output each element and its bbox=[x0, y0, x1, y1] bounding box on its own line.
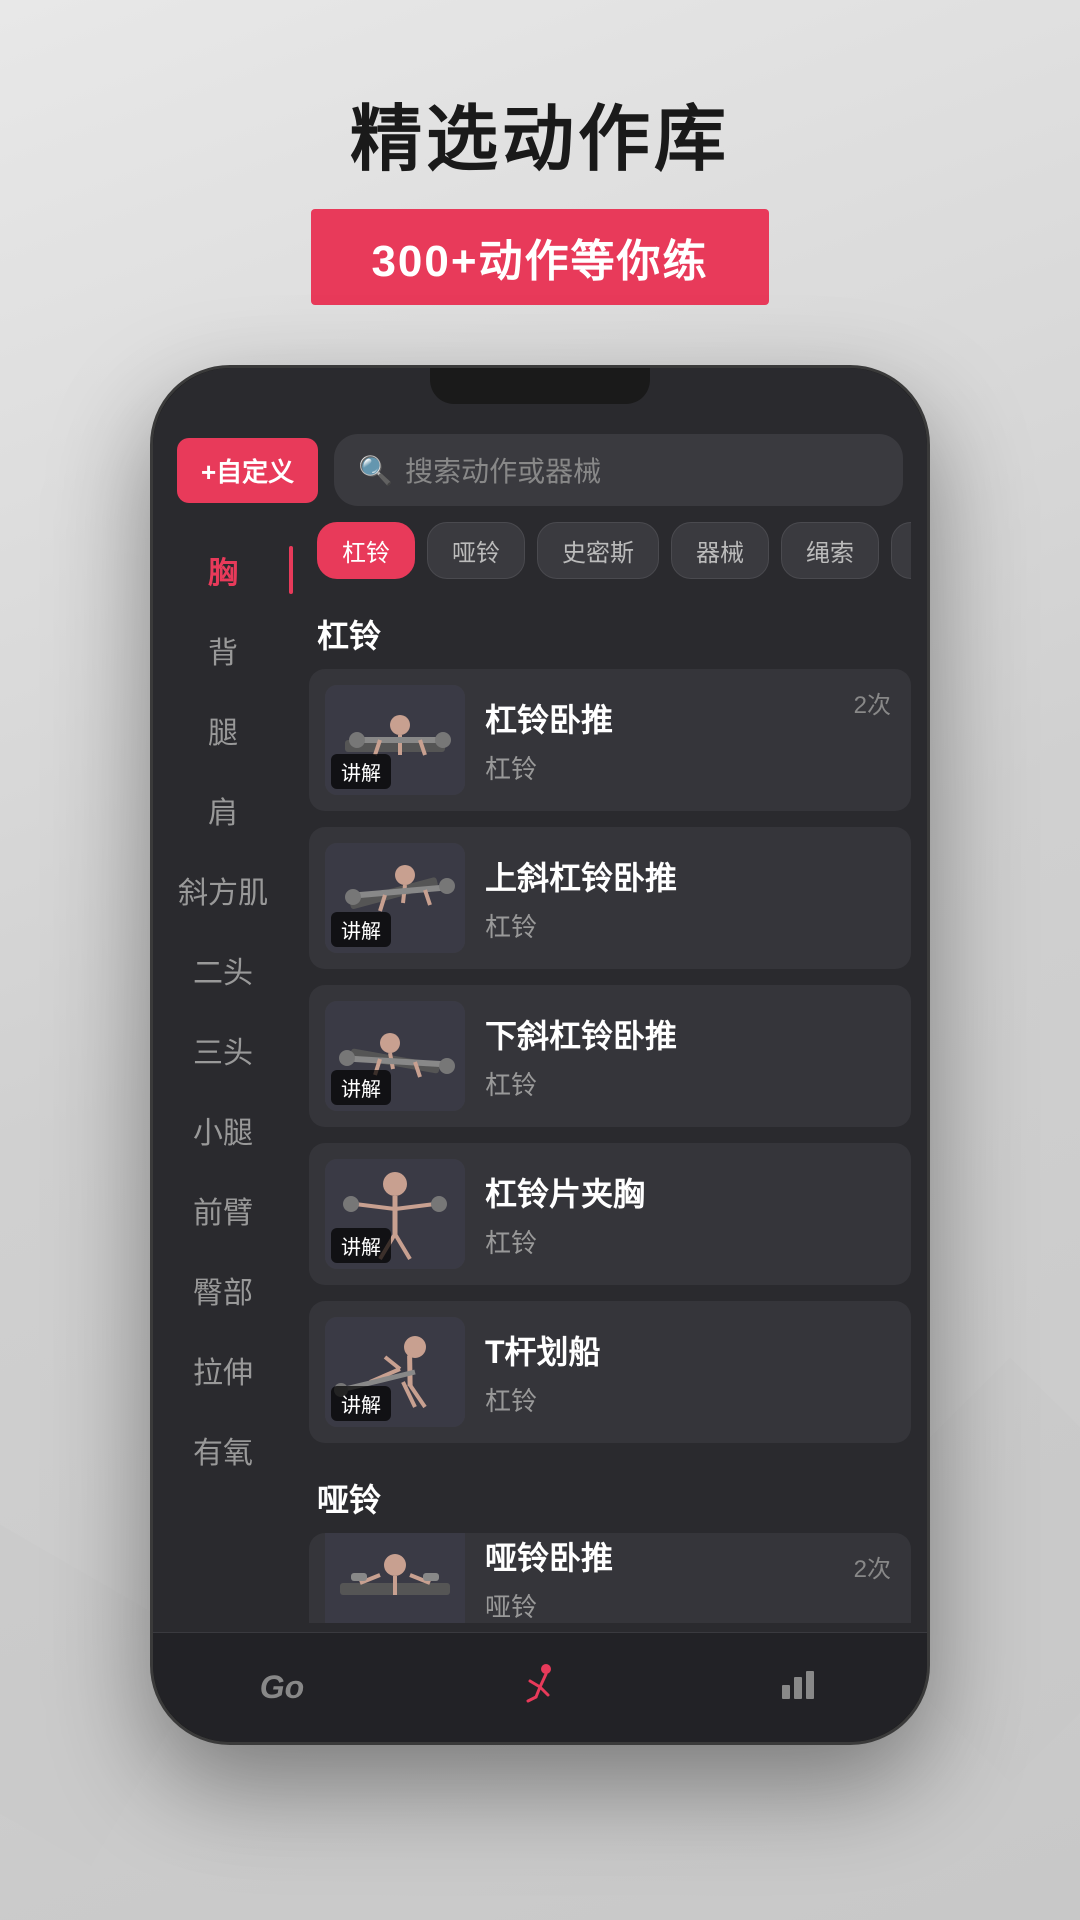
exercise-image-5: 讲解 bbox=[325, 1317, 465, 1427]
exercise-count-6: 2次 bbox=[854, 1549, 891, 1584]
exercise-badge-2: 讲解 bbox=[331, 912, 391, 947]
page-content: 精选动作库 300+动作等你练 +自定义 🔍 搜索动作或器械 胸 bbox=[0, 0, 1080, 1745]
exercise-count-1: 2次 bbox=[854, 685, 891, 720]
sidebar-label-calf: 小腿 bbox=[193, 1108, 253, 1152]
exercise-image-1: 讲解 bbox=[325, 685, 465, 795]
nav-item-go[interactable]: Go bbox=[153, 1669, 411, 1706]
exercise-card-3[interactable]: 讲解 下斜杠铃卧推 杠铃 bbox=[309, 985, 911, 1127]
chip-dumbbell[interactable]: 哑铃 bbox=[427, 522, 525, 579]
sidebar-item-shoulder[interactable]: 肩 bbox=[153, 770, 293, 850]
exercise-card-4[interactable]: 讲解 杠铃片夹胸 杠铃 bbox=[309, 1143, 911, 1285]
exercise-image-2: 讲解 bbox=[325, 843, 465, 953]
main-area: 胸 背 腿 肩 斜方肌 二头 bbox=[153, 522, 927, 1632]
sidebar-label-forearm: 前臂 bbox=[193, 1188, 253, 1232]
exercise-sub-5: 杠铃 bbox=[485, 1381, 895, 1418]
exercise-sub-2: 杠铃 bbox=[485, 907, 895, 944]
sidebar-item-forearm[interactable]: 前臂 bbox=[153, 1170, 293, 1250]
exercise-title-6: 哑铃卧推 bbox=[485, 1533, 895, 1579]
exercise-badge-3: 讲解 bbox=[331, 1070, 391, 1105]
exercise-badge-1: 讲解 bbox=[331, 754, 391, 789]
exercise-card-5[interactable]: 讲解 T杆划船 杠铃 bbox=[309, 1301, 911, 1443]
exercise-sub-3: 杠铃 bbox=[485, 1065, 895, 1102]
sidebar-label-tricep: 三头 bbox=[193, 1028, 253, 1072]
exercise-info-2: 上斜杠铃卧推 杠铃 bbox=[485, 853, 895, 944]
sidebar-item-bicep[interactable]: 二头 bbox=[153, 930, 293, 1010]
subtitle-text: 300+动作等你练 bbox=[371, 225, 708, 289]
subtitle-banner: 300+动作等你练 bbox=[311, 209, 768, 305]
sidebar-item-calf[interactable]: 小腿 bbox=[153, 1090, 293, 1170]
exercise-title-5: T杆划船 bbox=[485, 1327, 895, 1373]
sidebar-label-leg: 腿 bbox=[208, 708, 238, 752]
filter-chip-row: 杠铃 哑铃 史密斯 器械 绳索 bbox=[309, 522, 911, 595]
exercise-title-3: 下斜杠铃卧推 bbox=[485, 1011, 895, 1057]
exercise-image-4: 讲解 bbox=[325, 1159, 465, 1269]
section2-title: 哑铃 bbox=[309, 1459, 911, 1533]
nav-item-exercise[interactable] bbox=[411, 1661, 669, 1714]
sidebar-label-stretch: 拉伸 bbox=[193, 1348, 253, 1392]
sidebar-item-chest[interactable]: 胸 bbox=[153, 530, 293, 610]
sidebar-item-trapezius[interactable]: 斜方肌 bbox=[153, 850, 293, 930]
exercise-info-3: 下斜杠铃卧推 杠铃 bbox=[485, 1011, 895, 1102]
search-placeholder: 搜索动作或器械 bbox=[405, 450, 601, 490]
search-bar[interactable]: 🔍 搜索动作或器械 bbox=[334, 434, 903, 506]
exercise-sub-6: 哑铃 bbox=[485, 1587, 895, 1624]
sidebar-item-glute[interactable]: 臀部 bbox=[153, 1250, 293, 1330]
sidebar-label-bicep: 二头 bbox=[193, 948, 253, 992]
chip-machine[interactable]: 器械 bbox=[671, 522, 769, 579]
exercise-title-4: 杠铃片夹胸 bbox=[485, 1169, 895, 1215]
phone-notch bbox=[430, 368, 650, 404]
sidebar-label-cardio: 有氧 bbox=[193, 1428, 253, 1472]
sidebar-item-cardio[interactable]: 有氧 bbox=[153, 1410, 293, 1490]
exercise-image-6 bbox=[325, 1533, 465, 1623]
exercise-badge-5: 讲解 bbox=[331, 1386, 391, 1421]
search-row: +自定义 🔍 搜索动作或器械 bbox=[153, 418, 927, 522]
exercise-title-1: 杠铃卧推 bbox=[485, 695, 895, 741]
sidebar-item-back[interactable]: 背 bbox=[153, 610, 293, 690]
chip-cable[interactable]: 绳索 bbox=[781, 522, 879, 579]
exercise-card-1[interactable]: 讲解 杠铃卧推 杠铃 2次 bbox=[309, 669, 911, 811]
exercise-image-3: 讲解 bbox=[325, 1001, 465, 1111]
exercise-card-6[interactable]: 哑铃卧推 哑铃 2次 bbox=[309, 1533, 911, 1623]
sidebar-label-chest: 胸 bbox=[208, 548, 238, 592]
exercise-info-4: 杠铃片夹胸 杠铃 bbox=[485, 1169, 895, 1260]
go-icon: Go bbox=[260, 1669, 304, 1706]
sidebar-item-leg[interactable]: 腿 bbox=[153, 690, 293, 770]
chip-barbell[interactable]: 杠铃 bbox=[317, 522, 415, 579]
sidebar-label-glute: 臀部 bbox=[193, 1268, 253, 1312]
sidebar-label-trapezius: 斜方肌 bbox=[178, 868, 268, 912]
chip-smith[interactable]: 史密斯 bbox=[537, 522, 659, 579]
sidebar-label-shoulder: 肩 bbox=[208, 788, 238, 832]
sidebar-item-tricep[interactable]: 三头 bbox=[153, 1010, 293, 1090]
nav-item-stats[interactable] bbox=[669, 1663, 927, 1712]
exercise-info-6: 哑铃卧推 哑铃 bbox=[485, 1533, 895, 1623]
exercise-badge-4: 讲解 bbox=[331, 1228, 391, 1263]
sidebar-label-back: 背 bbox=[208, 628, 238, 672]
phone-mockup: +自定义 🔍 搜索动作或器械 胸 背 腿 bbox=[150, 365, 930, 1745]
sidebar-item-stretch[interactable]: 拉伸 bbox=[153, 1330, 293, 1410]
exercise-sub-4: 杠铃 bbox=[485, 1223, 895, 1260]
phone-screen: +自定义 🔍 搜索动作或器械 胸 背 腿 bbox=[153, 368, 927, 1742]
chart-icon bbox=[778, 1663, 818, 1712]
exercise-info-1: 杠铃卧推 杠铃 bbox=[485, 695, 895, 786]
chip-bodyweight[interactable]: 自重 bbox=[891, 522, 911, 579]
exercise-title-2: 上斜杠铃卧推 bbox=[485, 853, 895, 899]
exercise-sub-1: 杠铃 bbox=[485, 749, 895, 786]
content-area: 杠铃 哑铃 史密斯 器械 绳索 bbox=[293, 522, 927, 1632]
bottom-nav: Go bbox=[153, 1632, 927, 1742]
exercise-info-5: T杆划船 杠铃 bbox=[485, 1327, 895, 1418]
search-icon: 🔍 bbox=[358, 454, 393, 487]
sidebar: 胸 背 腿 肩 斜方肌 二头 bbox=[153, 522, 293, 1632]
page-title: 精选动作库 bbox=[350, 80, 730, 185]
run-icon bbox=[518, 1661, 562, 1714]
section1-title: 杠铃 bbox=[309, 595, 911, 669]
custom-button[interactable]: +自定义 bbox=[177, 438, 318, 503]
exercise-card-2[interactable]: 讲解 上斜杠铃卧推 杠铃 bbox=[309, 827, 911, 969]
